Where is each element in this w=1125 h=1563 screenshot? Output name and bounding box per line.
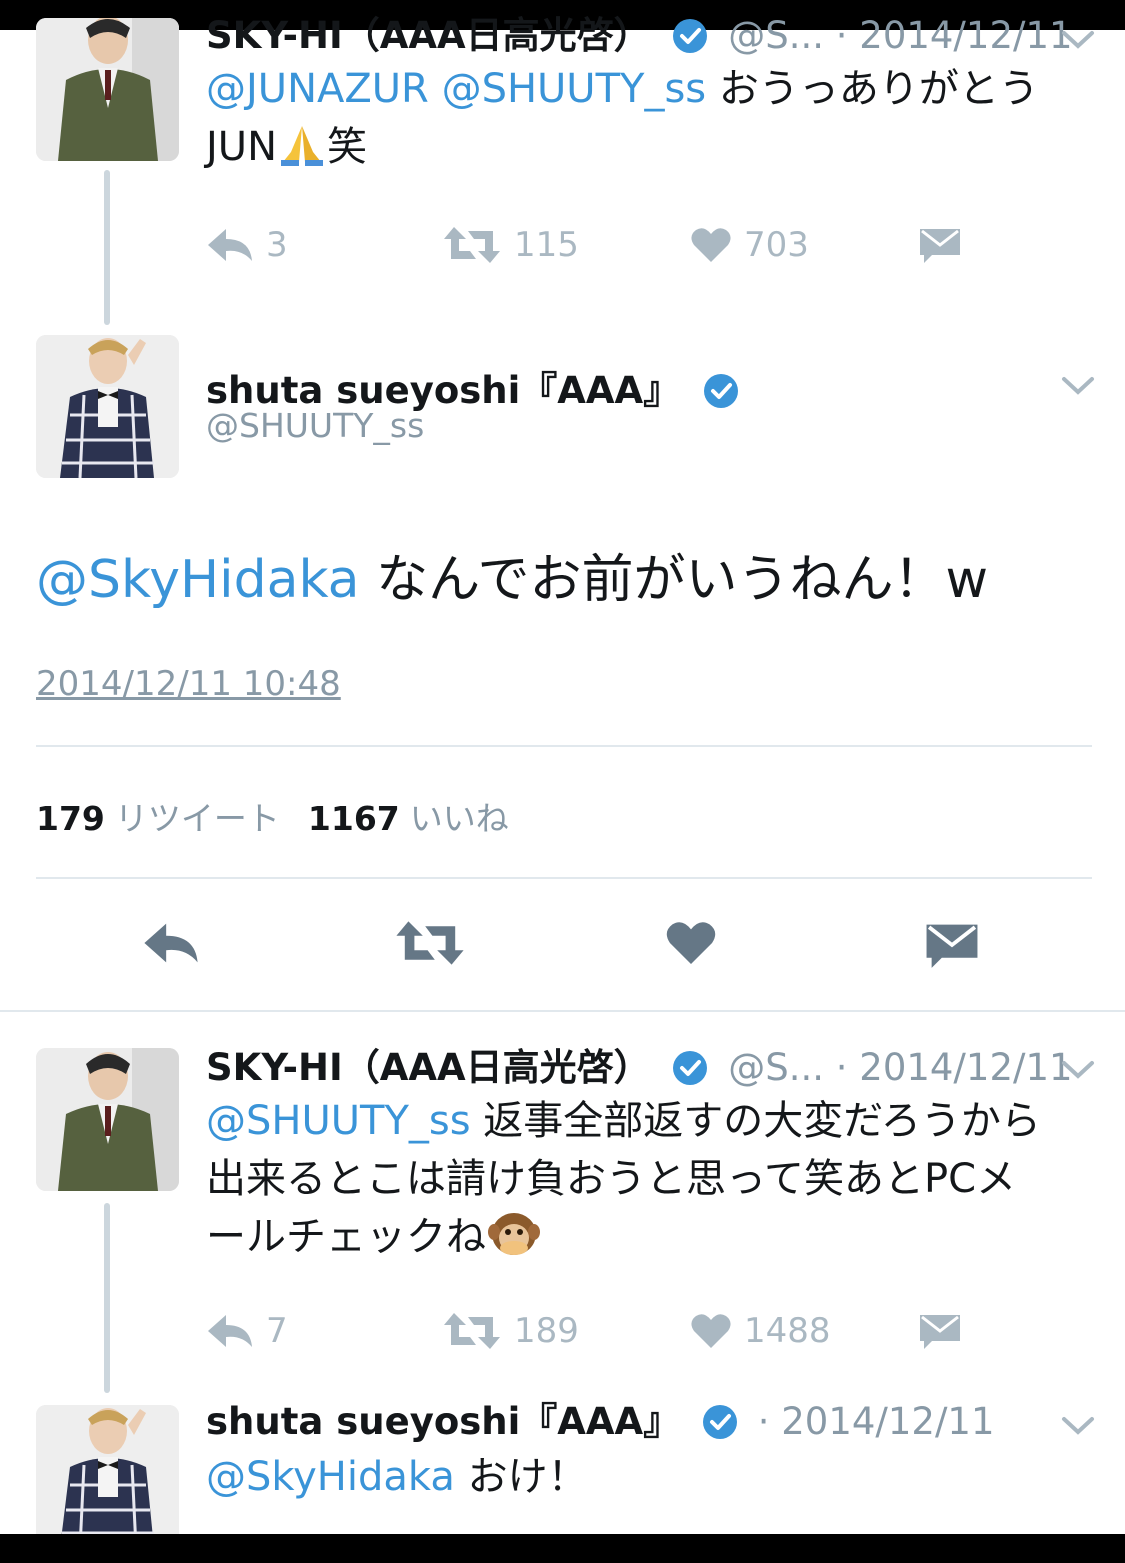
direct-message-button[interactable] xyxy=(918,220,962,270)
retweet-button[interactable] xyxy=(394,919,466,971)
envelope-icon xyxy=(926,924,978,968)
reply-button[interactable]: 7 xyxy=(206,1306,288,1356)
text-segment: 笑 xyxy=(327,124,367,170)
author-handle[interactable]: @S... xyxy=(728,1046,824,1089)
avatar-sky-hi[interactable] xyxy=(36,1048,179,1191)
reply-button[interactable]: 3 xyxy=(206,220,288,270)
retweet-button[interactable]: 115 xyxy=(442,220,579,270)
chevron-down-icon[interactable] xyxy=(1061,376,1095,396)
tweet-date[interactable]: · 2014/12/11 xyxy=(836,14,1073,57)
tweet-text: @JUNAZUR @SHUUTY_ss おうっありがとう JUN 笑 xyxy=(206,60,1086,182)
retweet-icon xyxy=(396,921,464,965)
reply-icon xyxy=(208,1315,252,1347)
section-divider xyxy=(0,1010,1125,1012)
reply-icon xyxy=(144,923,198,963)
reply-icon xyxy=(208,229,252,261)
direct-message-button[interactable] xyxy=(924,919,980,975)
tweet-text: @SkyHidaka おけ！ xyxy=(206,1448,1086,1506)
heart-icon xyxy=(691,1314,731,1348)
tweet-actions: 7 189 1488 xyxy=(206,1306,986,1356)
tweet-text: @SkyHidaka なんでお前がいうねん！w xyxy=(36,545,988,615)
like-label[interactable]: いいね xyxy=(410,799,509,838)
retweet-label[interactable]: リツイート xyxy=(115,799,280,838)
tweet-header: SKY-HI（AAA日高光啓） @S... · 2014/12/11 xyxy=(206,14,1073,64)
tweet-header: SKY-HI（AAA日高光啓） @S... · 2014/12/11 xyxy=(206,1046,1073,1096)
tweet-timestamp[interactable]: 2014/12/11 10:48 xyxy=(36,664,341,704)
retweet-icon xyxy=(444,227,500,263)
retweet-count: 115 xyxy=(514,225,579,265)
retweet-count: 189 xyxy=(514,1311,579,1351)
author-name[interactable]: SKY-HI（AAA日高光啓） xyxy=(206,14,651,57)
mention-link[interactable]: @SHUUTY_ss xyxy=(206,1098,471,1144)
envelope-icon xyxy=(920,229,960,263)
author-name[interactable]: shuta sueyoshi『AAA』 xyxy=(206,1400,680,1443)
avatar-shuta[interactable] xyxy=(36,1405,179,1534)
thread-line xyxy=(104,1203,110,1393)
chevron-down-icon[interactable] xyxy=(1061,1416,1095,1436)
text-segment: ールチェックね xyxy=(206,1214,486,1260)
chevron-down-icon[interactable] xyxy=(1061,1060,1095,1080)
chevron-down-icon[interactable] xyxy=(1061,30,1095,50)
like-button[interactable]: 1488 xyxy=(690,1306,831,1356)
tweet-stats: 179 リツイート 1167 いいね xyxy=(36,792,537,840)
retweet-count[interactable]: 179 xyxy=(36,799,105,838)
text-segment: JUN xyxy=(206,124,277,170)
reply-count: 7 xyxy=(266,1311,288,1351)
heart-icon xyxy=(691,228,731,262)
reply-count: 3 xyxy=(266,225,288,265)
like-button[interactable]: 703 xyxy=(690,220,809,270)
like-button[interactable] xyxy=(665,919,717,971)
tweet-date[interactable]: · 2014/12/11 xyxy=(836,1046,1073,1089)
like-count: 1488 xyxy=(744,1311,831,1351)
text-segment: なんでお前がいうねん！w xyxy=(376,550,988,610)
text-segment: おけ！ xyxy=(467,1454,588,1500)
tweet-date[interactable]: · 2014/12/11 xyxy=(758,1400,995,1443)
tweet-header: shuta sueyoshi『AAA』 · 2014/12/11 xyxy=(206,1400,995,1450)
envelope-icon xyxy=(920,1315,960,1349)
retweet-icon xyxy=(444,1313,500,1349)
mention-link[interactable]: @SkyHidaka xyxy=(36,550,360,610)
tweet-actions xyxy=(0,915,1125,975)
like-count[interactable]: 1167 xyxy=(308,799,400,838)
bottom-bar xyxy=(0,1534,1125,1563)
tweet-text: @SHUUTY_ss 返事全部返すの大変だろうから 出来るとこは請け負おうと思っ… xyxy=(206,1092,1096,1276)
like-count: 703 xyxy=(744,225,809,265)
divider xyxy=(36,745,1092,747)
verified-badge-icon xyxy=(702,1404,738,1450)
verified-badge-icon xyxy=(672,18,708,64)
author-handle[interactable]: @SHUUTY_ss xyxy=(206,406,424,445)
tweet-actions: 3 115 703 xyxy=(206,220,986,270)
mention-link[interactable]: @SkyHidaka xyxy=(206,1454,455,1500)
avatar-shuta[interactable] xyxy=(36,335,179,478)
verified-badge-icon xyxy=(703,373,739,418)
divider xyxy=(36,877,1092,879)
direct-message-button[interactable] xyxy=(918,1306,962,1356)
verified-badge-icon xyxy=(672,1050,708,1096)
mention-link[interactable]: @JUNAZUR xyxy=(206,66,429,112)
heart-icon xyxy=(666,922,716,965)
folded-hands-emoji-icon xyxy=(277,122,327,182)
text-segment: おうっありがとう xyxy=(718,66,1039,112)
reply-button[interactable] xyxy=(142,921,200,969)
retweet-button[interactable]: 189 xyxy=(442,1306,579,1356)
text-segment: 出来るとこは請け負おうと思って笑あとPCメ xyxy=(206,1156,1017,1202)
author-name[interactable]: SKY-HI（AAA日高光啓） xyxy=(206,1046,651,1089)
thread-line xyxy=(104,170,110,325)
mention-link[interactable]: @SHUUTY_ss xyxy=(442,66,707,112)
avatar-sky-hi[interactable] xyxy=(36,18,179,161)
speak-no-evil-monkey-emoji-icon xyxy=(488,1210,540,1276)
author-handle[interactable]: @S... xyxy=(728,14,824,57)
text-segment: 返事全部返すの大変だろうから xyxy=(483,1098,1041,1144)
